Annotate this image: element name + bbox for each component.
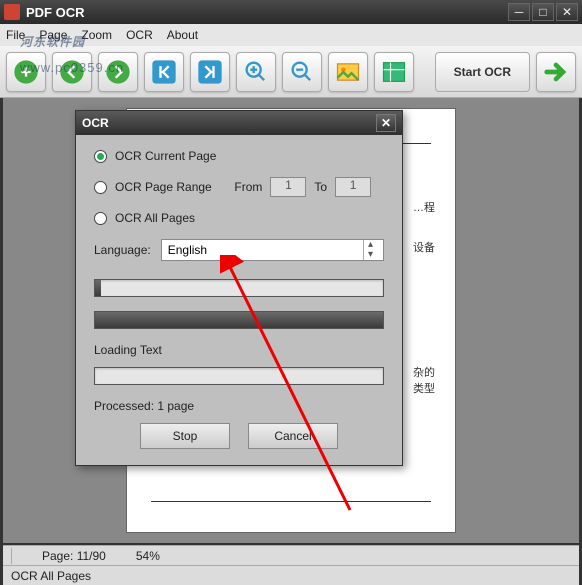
- dialog-title: OCR: [82, 116, 109, 130]
- maximize-button[interactable]: □: [532, 3, 554, 21]
- menu-about[interactable]: About: [167, 28, 198, 42]
- page-text: 杂的 类型: [413, 364, 435, 396]
- menu-ocr[interactable]: OCR: [126, 28, 153, 42]
- last-page-button[interactable]: [190, 52, 230, 92]
- from-input[interactable]: 1: [270, 177, 306, 197]
- progress-bar-3: [94, 367, 384, 385]
- language-value: English: [168, 243, 363, 257]
- titlebar: PDF OCR ─ □ ✕: [0, 0, 582, 24]
- page-text: …程: [413, 199, 435, 215]
- status-page: Page: 11/90: [42, 549, 106, 563]
- menu-zoom[interactable]: Zoom: [81, 28, 112, 42]
- image-button[interactable]: [328, 52, 368, 92]
- window-title: PDF OCR: [26, 5, 508, 20]
- language-label: Language:: [94, 243, 151, 257]
- cancel-button[interactable]: Cancel: [248, 423, 338, 449]
- go-button[interactable]: [536, 52, 576, 92]
- radio-current-page-label: OCR Current Page: [115, 149, 216, 163]
- zoom-out-button[interactable]: [282, 52, 322, 92]
- menubar: File Page Zoom OCR About: [0, 24, 582, 46]
- dialog-close-button[interactable]: ✕: [376, 114, 396, 132]
- zoom-in-button[interactable]: [236, 52, 276, 92]
- open-button[interactable]: [6, 52, 46, 92]
- ocr-status-text: OCR All Pages: [11, 569, 91, 583]
- stop-button[interactable]: Stop: [140, 423, 230, 449]
- toolbar: Start OCR: [0, 46, 582, 98]
- ocr-status-bar: OCR All Pages: [3, 565, 579, 585]
- processed-text: Processed: 1 page: [94, 399, 384, 413]
- status-zoom: 54%: [136, 549, 160, 563]
- prev-page-button[interactable]: [52, 52, 92, 92]
- progress-bar-2: [94, 311, 384, 329]
- radio-all-pages[interactable]: [94, 212, 107, 225]
- loading-text: Loading Text: [94, 343, 384, 357]
- minimize-button[interactable]: ─: [508, 3, 530, 21]
- chevron-updown-icon: ▴▾: [363, 240, 377, 260]
- radio-all-pages-label: OCR All Pages: [115, 211, 195, 225]
- dialog-titlebar: OCR ✕: [76, 111, 402, 135]
- start-ocr-button[interactable]: Start OCR: [435, 52, 530, 92]
- close-button[interactable]: ✕: [556, 3, 578, 21]
- radio-page-range[interactable]: [94, 181, 107, 194]
- next-page-button[interactable]: [98, 52, 138, 92]
- export-button[interactable]: [374, 52, 414, 92]
- radio-current-page[interactable]: [94, 150, 107, 163]
- menu-page[interactable]: Page: [39, 28, 67, 42]
- to-input[interactable]: 1: [335, 177, 371, 197]
- menu-file[interactable]: File: [6, 28, 25, 42]
- ocr-dialog: OCR ✕ OCR Current Page OCR Page Range Fr…: [75, 110, 403, 466]
- progress-bar-1: [94, 279, 384, 297]
- language-select[interactable]: English ▴▾: [161, 239, 384, 261]
- app-icon: [4, 4, 20, 20]
- statusbar: Page: 11/90 54%: [3, 545, 579, 565]
- first-page-button[interactable]: [144, 52, 184, 92]
- page-text: 设备: [413, 239, 435, 255]
- radio-page-range-label: OCR Page Range: [115, 180, 212, 194]
